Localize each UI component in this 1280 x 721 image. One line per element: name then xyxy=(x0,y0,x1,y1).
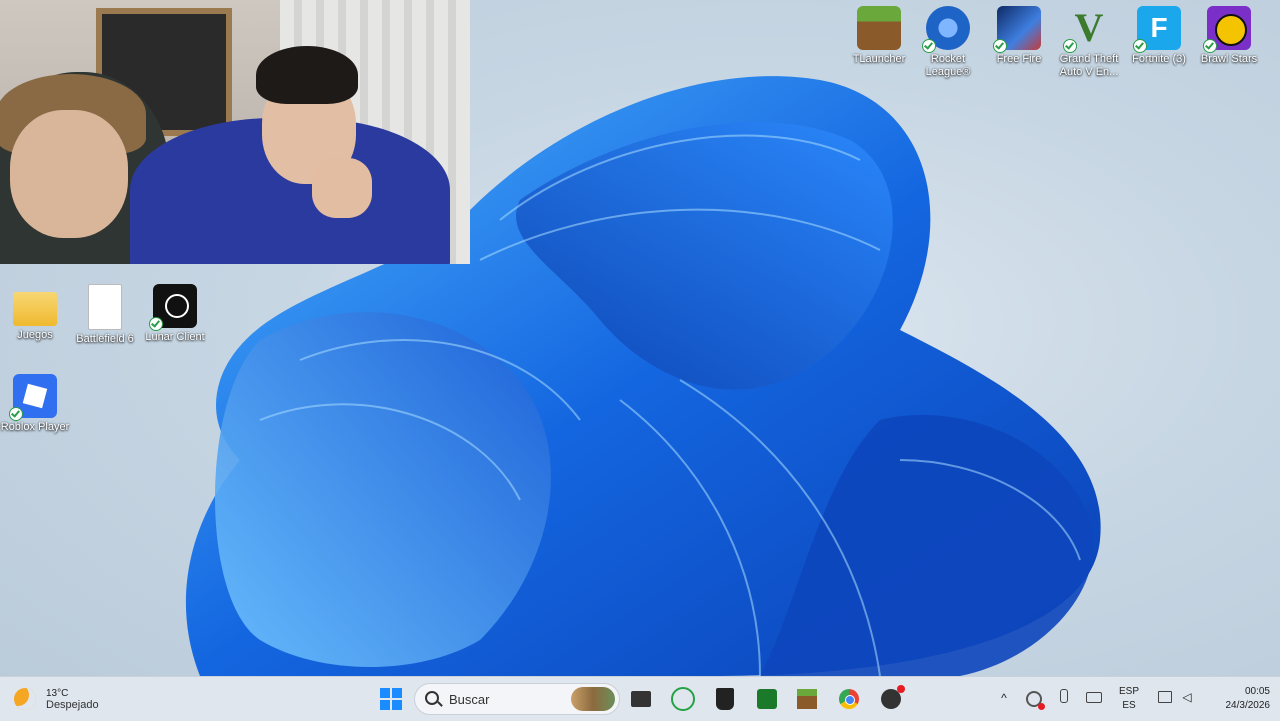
weather-widget[interactable]: 13°C Despejado xyxy=(14,683,114,715)
clock-time: 00:05 xyxy=(1244,686,1270,697)
network-status-icon[interactable] xyxy=(1026,691,1045,710)
sync-ok-badge xyxy=(1203,39,1217,53)
whatsapp-icon xyxy=(671,687,695,711)
xbox-icon xyxy=(757,689,777,709)
start-button[interactable] xyxy=(376,683,406,715)
desktop-icon-battlefield-6[interactable]: Battlefield 6 xyxy=(70,284,140,346)
desktop-icon-fortnite[interactable]: F Fortnite (3) xyxy=(1124,6,1194,66)
moon-icon xyxy=(14,688,36,710)
taskbar-epic-games[interactable] xyxy=(710,683,740,715)
keyboard-icon[interactable] xyxy=(1086,692,1102,703)
webcam-overlay xyxy=(0,0,470,264)
taskbar-search[interactable]: Buscar xyxy=(414,683,620,715)
taskbar-xbox[interactable] xyxy=(752,683,782,715)
chrome-icon xyxy=(839,689,859,709)
lunar-client-icon xyxy=(149,284,197,331)
taskbar-chrome[interactable] xyxy=(834,683,864,715)
taskbar-whatsapp[interactable] xyxy=(668,683,698,715)
brawl-stars-icon xyxy=(1203,6,1251,53)
rocket-league-icon xyxy=(922,6,970,53)
volume-icon[interactable]: ◁ xyxy=(1180,690,1194,704)
clock[interactable]: 00:05 24/3/2026 xyxy=(1204,685,1271,713)
desktop-icon-brawl-stars[interactable]: Brawl Stars xyxy=(1194,6,1264,66)
chevron-up-icon[interactable]: ^ xyxy=(996,691,1012,705)
desktop-icon-gta-v[interactable]: V Grand Theft Auto V En... xyxy=(1054,6,1124,79)
search-highlight-art xyxy=(571,687,615,711)
sync-ok-badge xyxy=(1133,39,1147,53)
desktop-icon-free-fire[interactable]: Free Fire xyxy=(984,6,1054,66)
sync-ok-badge xyxy=(1063,39,1077,53)
minecraft-icon xyxy=(797,689,817,709)
obs-icon xyxy=(881,685,905,709)
minecraft-grass-icon xyxy=(857,6,901,50)
taskbar: 13°C Despejado Buscar ^ ESP ES ◁ 00:05 2… xyxy=(0,676,1280,721)
desktop-icon-juegos[interactable]: Juegos xyxy=(0,284,70,342)
language-code: ESP xyxy=(1118,686,1139,697)
weather-condition: Despejado xyxy=(46,698,99,711)
fortnite-icon: F xyxy=(1133,6,1181,53)
desktop-icon-roblox[interactable]: Roblox Player xyxy=(0,374,70,434)
sync-ok-badge xyxy=(993,39,1007,53)
folder-icon xyxy=(13,292,57,326)
search-icon xyxy=(425,691,439,705)
keyboard-layout: ES xyxy=(1122,700,1136,711)
language-indicator[interactable]: ESP ES xyxy=(1116,685,1142,713)
search-placeholder: Buscar xyxy=(449,692,490,707)
free-fire-icon xyxy=(993,6,1041,53)
person-right-hand xyxy=(312,158,372,218)
sync-ok-badge xyxy=(149,317,163,331)
person-right-hair xyxy=(256,46,358,104)
sync-ok-badge xyxy=(922,39,936,53)
desktop-icon-lunar-client[interactable]: Lunar Client xyxy=(140,284,210,344)
epic-games-icon xyxy=(716,688,734,710)
clock-date: 24/3/2026 xyxy=(1225,700,1271,711)
taskbar-minecraft[interactable] xyxy=(792,683,822,715)
sync-ok-badge xyxy=(9,407,23,421)
gta-v-icon: V xyxy=(1063,6,1111,53)
desktop-icon-tlauncher[interactable]: TLauncher xyxy=(844,6,914,66)
weather-temp: 13°C xyxy=(46,687,69,699)
desktop-icon-rocket-league[interactable]: Rocket League® xyxy=(913,6,983,79)
file-icon xyxy=(88,284,122,330)
microphone-icon[interactable] xyxy=(1058,689,1070,703)
roblox-icon xyxy=(9,374,57,421)
taskbar-obs[interactable] xyxy=(876,683,906,715)
person-left-face xyxy=(10,110,128,238)
file-explorer-icon xyxy=(631,691,651,707)
display-icon[interactable] xyxy=(1158,691,1174,703)
taskbar-file-explorer[interactable] xyxy=(626,683,656,715)
windows-start-icon xyxy=(380,688,402,710)
